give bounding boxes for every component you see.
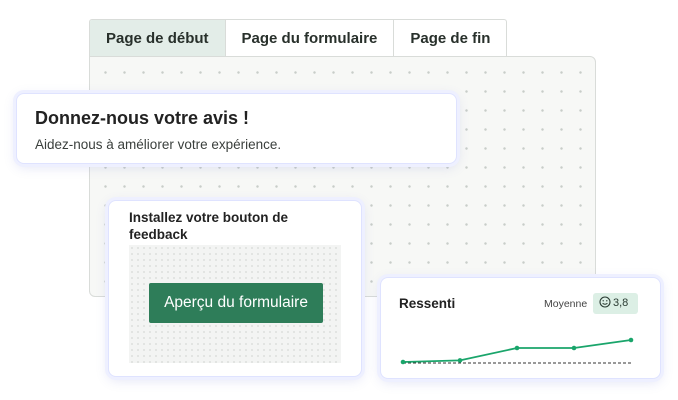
average-label: Moyenne (544, 298, 588, 310)
install-title: Installez votre bouton de feedback (129, 210, 289, 242)
preview-area: Aperçu du formulaire (129, 245, 341, 363)
install-card: Installez votre bouton de feedback Aperç… (108, 200, 362, 377)
sentiment-point-2 (514, 345, 520, 351)
tab-form-page[interactable]: Page du formulaire (226, 20, 395, 57)
sentiment-line-chart (400, 337, 634, 365)
sentiment-point-4 (628, 337, 634, 343)
sentiment-point-3 (571, 345, 577, 351)
preview-form-button[interactable]: Aperçu du formulaire (149, 283, 323, 323)
sentiment-title: Ressenti (399, 296, 456, 311)
welcome-title: Donnez-nous votre avis ! (35, 108, 250, 128)
welcome-subtitle: Aidez-nous à améliorer votre expérience. (35, 137, 282, 152)
sentiment-point-1 (457, 358, 463, 363)
tab-start-page[interactable]: Page de début (90, 20, 226, 57)
average-badge: 3,8 (593, 293, 638, 314)
sentiment-series-line (402, 339, 632, 363)
smiley-face-icon (599, 296, 611, 308)
average-value: 3,8 (613, 297, 629, 309)
sentiment-point-0 (400, 359, 406, 365)
sentiment-card: Ressenti Moyenne 3,8 (380, 277, 661, 379)
welcome-card: Donnez-nous votre avis ! Aidez-nous à am… (16, 93, 457, 164)
tab-end-page[interactable]: Page de fin (394, 20, 506, 57)
page-tabs: Page de début Page du formulaire Page de… (89, 19, 508, 57)
